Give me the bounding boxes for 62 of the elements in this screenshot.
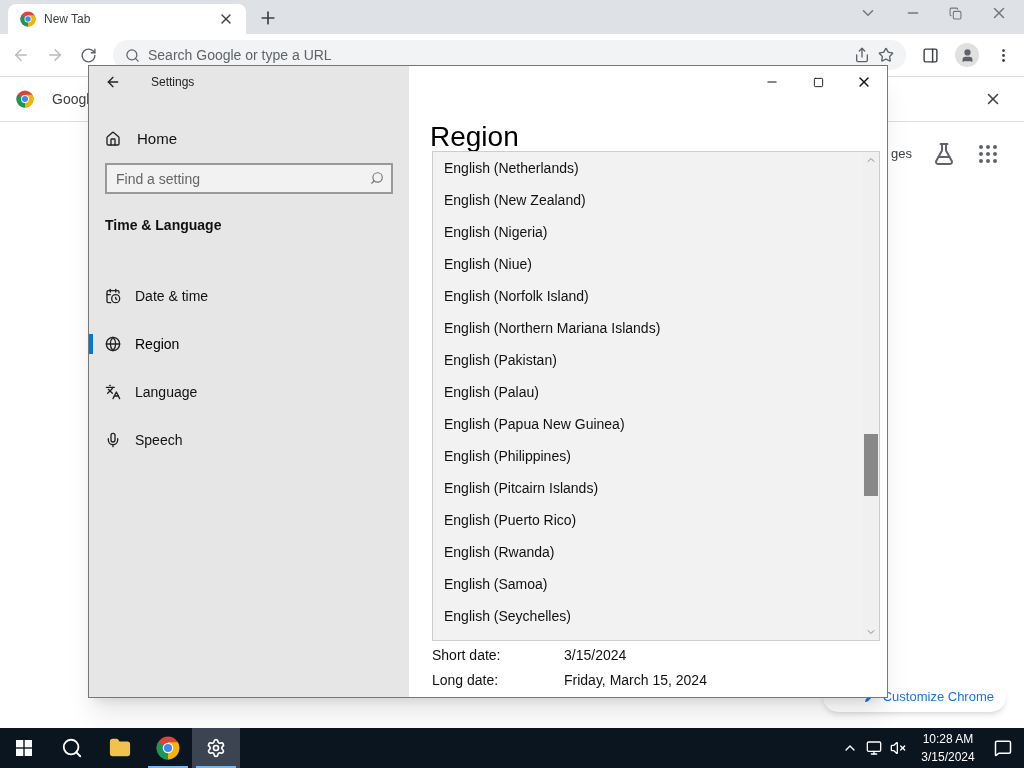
bookmark-star-icon[interactable] <box>878 47 894 63</box>
nav-item[interactable]: Speech <box>89 416 409 464</box>
format-value: 3/15/2024 <box>564 646 627 665</box>
chrome-logo-icon <box>156 736 180 760</box>
globe-icon <box>105 336 121 352</box>
windows-logo-icon <box>16 740 32 756</box>
calendar-clock-icon <box>105 288 121 304</box>
dropdown-option[interactable]: English (Nigeria) <box>433 216 863 248</box>
dropdown-option[interactable]: English (Papua New Guinea) <box>433 408 863 440</box>
notifications-icon[interactable] <box>994 739 1012 757</box>
format-value: Friday, March 15, 2024 <box>564 671 707 690</box>
scrollbar-thumb[interactable] <box>864 434 878 496</box>
page-heading: Region <box>430 120 520 154</box>
search-field[interactable]: Find a setting <box>105 163 393 194</box>
address-placeholder: Search Google or type a URL <box>148 45 333 65</box>
back-icon[interactable] <box>105 74 121 90</box>
infobar-text: Googl <box>52 89 90 109</box>
restore-icon[interactable] <box>949 6 962 20</box>
reload-icon[interactable] <box>80 46 97 64</box>
nav-item[interactable]: Date & time <box>89 272 409 320</box>
home-icon <box>105 131 121 147</box>
dropdown-option[interactable]: English (Seychelles) <box>433 600 863 632</box>
taskbar-button[interactable] <box>192 728 240 768</box>
chrome-logo-icon <box>20 11 36 27</box>
folder-icon <box>109 737 131 759</box>
section-title: Time & Language <box>105 216 223 235</box>
dropdown-option[interactable]: English (Pitcairn Islands) <box>433 472 863 504</box>
apps-grid-icon[interactable] <box>976 142 1000 166</box>
gear-icon <box>206 738 226 758</box>
side-panel-icon[interactable] <box>922 46 939 64</box>
dropdown-option[interactable]: English (Samoa) <box>433 568 863 600</box>
volume-muted-icon[interactable] <box>890 740 906 756</box>
home-nav-item[interactable]: Home <box>89 124 409 154</box>
search-icon <box>61 737 83 759</box>
window-title: Settings <box>151 74 195 91</box>
dropdown-option[interactable]: English (Pakistan) <box>433 344 863 376</box>
network-icon[interactable] <box>866 740 882 756</box>
dropdown-option[interactable]: English (Netherlands) <box>433 152 863 184</box>
nav-item[interactable]: Region <box>89 320 409 368</box>
language-icon <box>105 384 121 400</box>
dropdown-option[interactable]: English (Palau) <box>433 376 863 408</box>
chrome-logo-icon <box>16 90 34 108</box>
dropdown-option[interactable]: English (Niue) <box>433 248 863 280</box>
format-label: Long date: <box>432 671 500 690</box>
dropdown-option[interactable]: English (Puerto Rico) <box>433 504 863 536</box>
link-text[interactable]: ges <box>891 144 912 164</box>
search-icon <box>370 171 384 185</box>
dropdown-option[interactable]: English (New Zealand) <box>433 184 863 216</box>
dropdown-option[interactable]: English (Northern Mariana Islands) <box>433 312 863 344</box>
flask-icon[interactable] <box>932 142 956 166</box>
share-icon[interactable] <box>854 47 870 63</box>
dropdown-option[interactable]: English (Rwanda) <box>433 536 863 568</box>
search-icon <box>125 47 140 63</box>
nav-item[interactable]: Language <box>89 368 409 416</box>
microphone-icon <box>105 432 121 448</box>
dropdown-option[interactable]: English (Norfolk Island) <box>433 280 863 312</box>
format-label: Short date: <box>432 646 502 665</box>
profile-avatar[interactable] <box>955 43 979 67</box>
clock[interactable]: 10:28 AM 3/15/2024 <box>914 730 982 766</box>
browser-tab[interactable]: New Tab <box>8 4 246 34</box>
dropdown-option[interactable]: English (Philippines) <box>433 440 863 472</box>
maximize-icon[interactable] <box>812 76 824 88</box>
